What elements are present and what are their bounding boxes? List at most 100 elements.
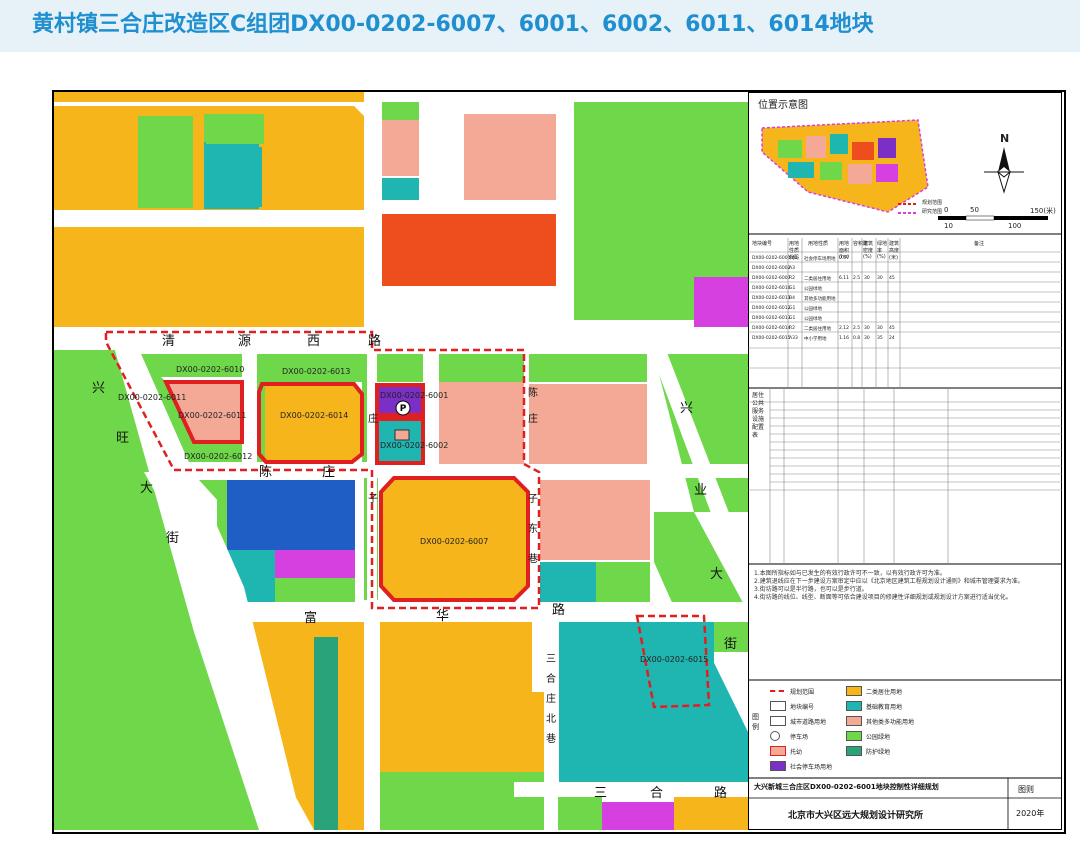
legend-label: 停车场 bbox=[790, 734, 809, 741]
legend-label: 城市道路用地 bbox=[790, 719, 827, 726]
table-cell: 公园绿地 bbox=[804, 307, 822, 312]
table-cell: 二类居住用地 bbox=[804, 277, 831, 282]
table-cell: DX00-0202-6010 bbox=[752, 286, 791, 291]
table-cell: 2.12 bbox=[839, 326, 850, 331]
road-label-zhuangzi1: 庄 bbox=[368, 412, 378, 425]
notes: 1.本图所指标如与已发生的有效行政许可不一致，以有效行政许可为准。 2.建筑退线… bbox=[754, 570, 1054, 602]
block-teal-mr bbox=[540, 562, 596, 602]
road-label-czz1: 陈 bbox=[528, 386, 538, 399]
parcel-label-6001: DX00-0202-6001 bbox=[380, 391, 448, 400]
table-cell: DX00-0202-6001 bbox=[752, 256, 791, 261]
block-teal-protect bbox=[314, 637, 338, 830]
table-row: DX00-0202-6015 A33 中小学用地 1.16 0.8 30 35 24 bbox=[748, 334, 1062, 344]
legend-label: 地块编号 bbox=[790, 704, 815, 711]
table-row: DX00-0202-6010 G1 公园绿地 bbox=[748, 284, 1062, 294]
north-label: N bbox=[1000, 132, 1010, 145]
scale-label-10: 10 bbox=[944, 222, 953, 230]
parcel-label-6010: DX00-0202-6010 bbox=[176, 365, 244, 374]
road-label-chen: 陈 bbox=[259, 464, 272, 480]
parcel-label-6002: DX00-0202-6002 bbox=[380, 441, 448, 450]
legend-swatch bbox=[770, 690, 784, 692]
note-4: 4.街坊路的线位、线型、断面等可依合建设项目的修建性详细规划或规划设计方案进行适… bbox=[754, 594, 1012, 601]
block-green-bm bbox=[380, 772, 544, 830]
legend-title: 图例 bbox=[752, 713, 759, 731]
parking-symbol: P bbox=[400, 404, 407, 414]
table-cell: 30 bbox=[877, 276, 883, 281]
legend-swatch bbox=[770, 746, 786, 756]
legend-swatch bbox=[846, 686, 862, 696]
block-green-tm bbox=[382, 102, 419, 120]
table-row: DX00-0202-6011 B4 其他多功能用地 bbox=[748, 294, 1062, 304]
table-row: DX00-0202-6002 A3 bbox=[748, 264, 1062, 274]
legend-label: 防护绿地 bbox=[866, 749, 891, 756]
footer-org: 北京市大兴区远大规划设计研究所 bbox=[788, 811, 924, 821]
road-fuhua bbox=[199, 602, 748, 622]
road-label-helu: 路 bbox=[714, 785, 727, 801]
table-cell: 二类居住用地 bbox=[804, 327, 831, 332]
road-label-xing: 兴 bbox=[92, 381, 105, 396]
block-residential-bm bbox=[380, 622, 544, 772]
table-cell: DX00-0202-6014 bbox=[752, 326, 791, 331]
table-row: DX00-0202-6012 G1 公园绿地 bbox=[748, 304, 1062, 314]
road-label-xingye2: 业 bbox=[694, 483, 707, 498]
road-top-h3 bbox=[374, 288, 574, 300]
table-cell: DX00-0202-6007 bbox=[752, 276, 791, 281]
block-commercial-tm bbox=[382, 120, 419, 176]
mini-legend-study: 研究范围 bbox=[922, 209, 943, 215]
scale-label-100: 100 bbox=[1008, 222, 1022, 230]
scale-label-150: 150(米) bbox=[1030, 207, 1056, 215]
footer-title: 大兴新城三合庄区DX00-0202-6001地块控制性详细规划 bbox=[754, 783, 939, 791]
table-cell: A33 bbox=[789, 336, 798, 341]
block-green-mr bbox=[596, 562, 650, 602]
table-row: DX00-0202-6014 R2 二类居住用地 2.12 2.5 30 30 45 bbox=[748, 324, 1062, 334]
road-label-fulu: 路 bbox=[552, 602, 565, 618]
parcel-label-6007: DX00-0202-6007 bbox=[420, 537, 488, 546]
block-residential-6014 bbox=[259, 384, 362, 462]
block-green-mw2 bbox=[275, 578, 355, 602]
road-label-zhuang: 庄 bbox=[322, 464, 335, 480]
block-residential-tl2 bbox=[54, 227, 364, 327]
legend-swatch bbox=[770, 716, 786, 726]
table-cell: 2.5 bbox=[853, 276, 861, 281]
road-top-h2 bbox=[374, 200, 574, 212]
table-cell: S42 bbox=[789, 256, 798, 261]
table-cell: 30 bbox=[864, 326, 870, 331]
legend-label: 基础教育用地 bbox=[866, 704, 903, 711]
table-cell: G1 bbox=[789, 306, 796, 311]
table-cell: 30 bbox=[864, 276, 870, 281]
scale-label-50: 50 bbox=[970, 206, 979, 214]
table-cell: R2 bbox=[789, 326, 795, 331]
road-label-czz4: 东 bbox=[528, 522, 538, 535]
block-teal-top2 bbox=[209, 147, 262, 207]
block-green-top3 bbox=[206, 114, 264, 144]
road-label-sanhezhuang4: 北 bbox=[546, 713, 556, 725]
table-cell: G1 bbox=[789, 316, 796, 321]
block-residential-br bbox=[674, 792, 748, 830]
legend-label: 二类居住用地 bbox=[866, 689, 903, 696]
table-cell: 6.11 bbox=[839, 276, 850, 281]
road-label-xingye1: 兴 bbox=[680, 401, 693, 416]
block-residential-top bbox=[54, 92, 374, 102]
block-commercial-tm2 bbox=[464, 114, 556, 200]
legend-swatch bbox=[846, 701, 862, 711]
footer-type: 图则 bbox=[1018, 785, 1034, 794]
road-label-czz3: 子 bbox=[528, 493, 538, 505]
block-magenta-mw bbox=[275, 550, 355, 578]
table-row: DX00-0202-6001 S42 社会停车场用地 0.57 bbox=[748, 254, 1062, 264]
kindergarten-icon bbox=[394, 429, 410, 441]
legend-swatch bbox=[770, 731, 780, 741]
parcel-label-6011: DX00-0202-6011 bbox=[178, 411, 246, 420]
legend-label: 托幼 bbox=[790, 749, 803, 756]
road-label-he: 合 bbox=[650, 786, 663, 801]
legend-swatch bbox=[846, 746, 862, 756]
block-green-mid bbox=[439, 354, 524, 382]
table-cell: B4 bbox=[789, 296, 795, 301]
road-label-wang: 旺 bbox=[116, 431, 129, 446]
side-panel: 位置示意图 N 0 50 150(米) 10 100 规划范围 研究范围 地块编… bbox=[748, 92, 1062, 830]
table-cell: 公园绿地 bbox=[804, 317, 822, 322]
page-title: 黄村镇三合庄改造区C组团DX00-0202-6007、6001、6002、601… bbox=[32, 12, 874, 37]
legend-label: 公园绿地 bbox=[866, 734, 891, 741]
table-cell: DX00-0202-6012 bbox=[752, 306, 791, 311]
table-cell: 0.8 bbox=[853, 336, 861, 341]
road-label-hua: 华 bbox=[436, 609, 449, 624]
